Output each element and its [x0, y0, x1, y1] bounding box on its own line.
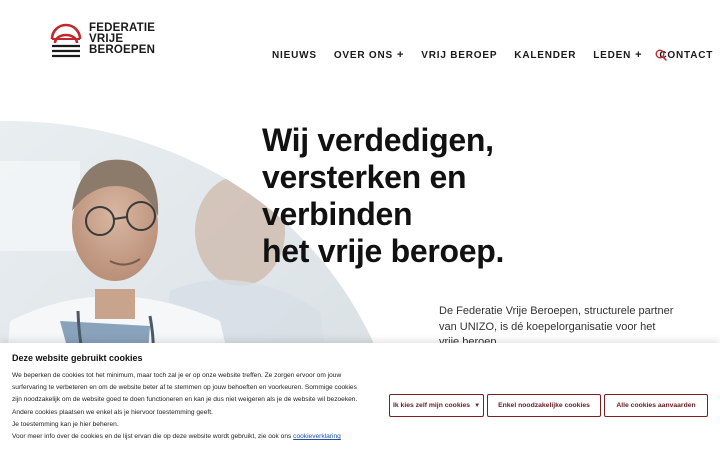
main-navigation: NIEUWS OVER ONS + VRIJ BEROEP KALENDER LE…	[272, 49, 720, 61]
plus-icon: +	[397, 49, 405, 61]
nav-item-leden[interactable]: LEDEN +	[593, 49, 642, 61]
logo-line-2: VRIJE	[89, 32, 124, 45]
site-logo[interactable]: FEDERATIE VRIJE BEROEPEN	[49, 19, 159, 59]
cookie-text-prefix: Voor meer info over de cookies en de lij…	[12, 433, 292, 441]
headline-line: Wij verdedigen,	[262, 122, 494, 158]
nav-item-vrij-beroep[interactable]: VRIJ BEROEP	[421, 50, 497, 61]
plus-icon: +	[635, 49, 643, 61]
cookie-text-line: We beperken de cookies tot het minimum, …	[12, 372, 342, 379]
nav-item-nieuws[interactable]: NIEUWS	[272, 50, 317, 61]
nav-label: KALENDER	[514, 49, 577, 61]
logo-line-1: FEDERATIE	[89, 21, 156, 34]
logo-wordmark: FEDERATIE VRIJE BEROEPEN	[89, 21, 156, 56]
headline-line: het vrije beroep.	[262, 233, 505, 269]
nav-item-kalender[interactable]: KALENDER	[514, 50, 576, 61]
caret-down-icon: ▼	[474, 402, 481, 409]
nav-label: NIEUWS	[272, 49, 317, 61]
cookie-statement-link[interactable]: cookieverklaring	[293, 433, 341, 440]
headline-line: versterken en	[262, 159, 467, 195]
nav-label: LEDEN	[593, 49, 632, 61]
nav-item-contact[interactable]: CONTACT	[659, 50, 713, 61]
choose-cookies-button[interactable]: Ik kies zelf mijn cookies ▼	[389, 394, 484, 417]
logo-line-3: BEROEPEN	[89, 43, 156, 56]
headline-line: verbinden	[262, 196, 413, 232]
nav-label: OVER ONS	[333, 49, 394, 61]
nav-label: VRIJ BEROEP	[421, 49, 498, 61]
nav-label: CONTACT	[659, 49, 714, 61]
choose-cookies-label: Ik kies zelf mijn cookies	[392, 402, 471, 409]
nav-item-over-ons[interactable]: OVER ONS +	[334, 49, 404, 61]
cookie-text-line: Andere cookies plaatsen we enkel als je …	[12, 408, 213, 416]
necessary-cookies-button[interactable]: Enkel noodzakelijke cookies	[487, 394, 601, 417]
cookie-text-line: zijn noodzakelijk om de website goed te …	[12, 396, 358, 404]
accept-all-cookies-button[interactable]: Alle cookies aanvaarden	[604, 394, 708, 417]
cookie-text-line-last: Voor meer info over de cookies en de lij…	[12, 431, 380, 443]
cookie-text-line: surfervaring te verbeteren en om de webs…	[12, 384, 357, 392]
cookie-banner-text: We beperken de cookies tot het minimum, …	[12, 370, 380, 443]
cookie-text-line: Je toestemming kan je hier beheren.	[12, 420, 119, 428]
logo-mark-icon	[50, 23, 82, 58]
hero-headline: Wij verdedigen, versterken en verbinden …	[262, 122, 504, 270]
cookie-banner-title: Deze website gebruikt cookies	[12, 353, 143, 363]
search-icon[interactable]	[655, 49, 667, 61]
cookie-banner: Deze website gebruikt cookies We beperke…	[0, 343, 720, 450]
